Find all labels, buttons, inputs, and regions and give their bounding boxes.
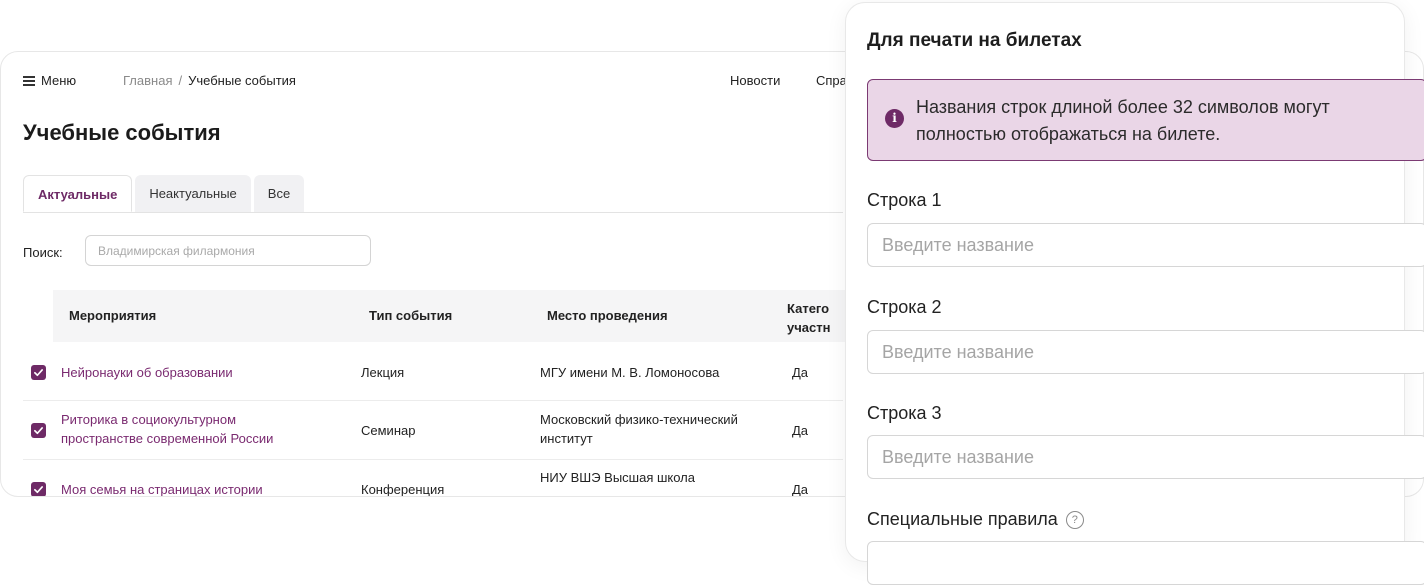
nav-news-link[interactable]: Новости [730,73,780,88]
checkbox-column-header [23,290,53,342]
table-row: Нейронауки об образовании Лекция МГУ име… [23,342,863,400]
column-header-category-line1: Катего [787,301,830,316]
column-header-place[interactable]: Место проведения [547,308,668,323]
tabs: Актуальные Неактуальные Все [23,175,307,212]
menu-button[interactable]: Меню [23,73,76,88]
row-1-input[interactable] [867,223,1424,267]
event-category: Да [792,365,809,380]
event-link-line2: пространстве современной России [61,431,274,446]
table-row: Моя семья на страницах истории Конференц… [23,460,863,497]
event-place-line2: институт [540,431,593,446]
event-link[interactable]: Нейронауки об образовании [61,363,233,382]
row-checkbox[interactable] [31,365,46,380]
row-2-label: Строка 2 [867,297,942,317]
column-header-category-line2: участн [787,320,831,335]
row-checkbox[interactable] [31,482,46,496]
table-row: Риторика в социокультурном пространстве … [23,401,863,459]
check-icon [34,369,43,377]
check-icon [34,486,43,494]
page-title: Учебные события [23,120,221,145]
menu-label: Меню [41,73,77,88]
event-link[interactable]: Моя семья на страницах истории [61,480,263,496]
row-3-label: Строка 3 [867,403,942,423]
breadcrumb-current: Учебные события [188,73,296,88]
question-circle-icon[interactable]: ? [1065,511,1084,529]
breadcrumb-home[interactable]: Главная [123,73,172,88]
event-type: Лекция [361,365,405,380]
special-rules-label: Специальные правила? [867,509,1084,530]
event-place: НИУ ВШЭ Высшая школа [540,470,695,485]
alert-line-1: Названия строк длиной более 32 символов … [916,97,1330,117]
event-category: Да [792,482,809,497]
event-type: Семинар [361,423,416,438]
alert-line-2: полностью отображаться на билете. [916,124,1221,144]
info-alert: i Названия строк длиной более 32 символо… [867,79,1424,161]
search-input[interactable] [85,235,371,266]
panel-title: Для печати на билетах [867,30,1082,51]
event-type: Конференция [361,482,445,497]
hamburger-icon [23,76,35,86]
row-checkbox[interactable] [31,423,46,438]
info-icon: i [885,109,904,128]
check-icon [34,427,43,435]
breadcrumb: Главная / Учебные события [123,73,296,88]
column-header-type[interactable]: Тип события [369,308,452,323]
tab-actual[interactable]: Актуальные [23,175,133,212]
event-place-line1: Московский физико-технический [540,412,738,427]
ticket-print-panel: Для печати на билетах i Названия строк д… [845,2,1424,585]
tab-inactual[interactable]: Неактуальные [135,175,251,212]
row-3-input[interactable] [867,435,1424,479]
event-link[interactable]: Риторика в социокультурном пространстве … [61,410,273,448]
special-rules-input[interactable] [867,541,1424,585]
event-place: МГУ имени М. В. Ломоносова [540,365,720,380]
event-place: Московский физико-технический институт [540,410,738,448]
column-header-events[interactable]: Мероприятия [69,308,156,323]
nav-help-link[interactable]: Спра [816,73,847,88]
event-link-line1: Риторика в социокультурном [61,412,237,427]
alert-text: Названия строк длиной более 32 символов … [916,94,1416,148]
row-1-label: Строка 1 [867,190,942,210]
row-2-input[interactable] [867,330,1424,374]
breadcrumb-separator: / [178,73,183,88]
tabs-divider [23,212,843,213]
tab-all[interactable]: Все [253,175,305,212]
column-header-category[interactable]: Катего участн [787,299,830,337]
special-rules-text: Специальные правила [867,509,1058,529]
table-header: Мероприятия Тип события Место проведения… [23,290,863,342]
search-label: Поиск: [23,245,63,260]
event-category: Да [792,423,809,438]
